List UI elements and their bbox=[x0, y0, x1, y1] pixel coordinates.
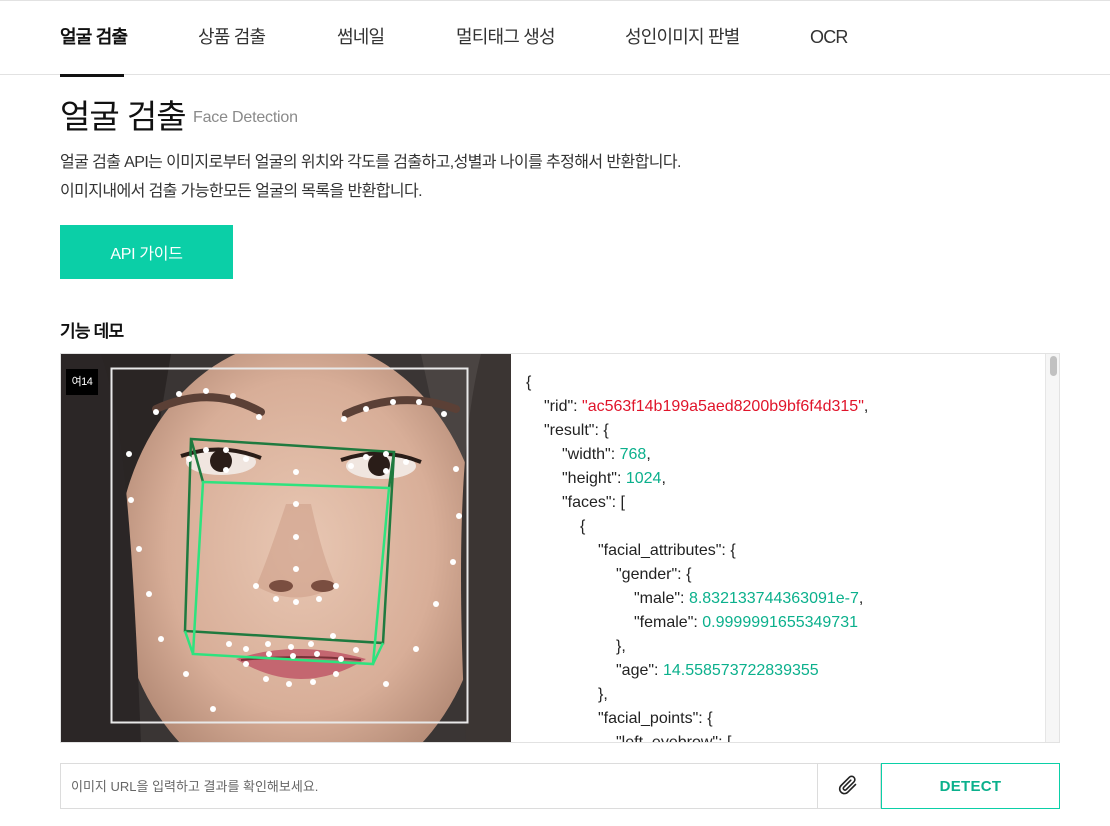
json-result-panel: { "rid": "ac563f14b199a5aed8200b9bf6f4d3… bbox=[511, 354, 1045, 743]
api-guide-button[interactable]: API 가이드 bbox=[60, 225, 233, 279]
json-line: "female": 0.9999991655349731 bbox=[634, 614, 858, 631]
json-scrollbar[interactable] bbox=[1045, 354, 1059, 742]
description-line-2: 이미지내에서 검출 가능한모든 얼굴의 목록을 반환합니다. bbox=[60, 183, 423, 200]
tab-ocr[interactable]: OCR bbox=[810, 1, 848, 75]
active-tab-indicator bbox=[60, 74, 124, 77]
tab-product-detection[interactable]: 상품 검출 bbox=[198, 1, 266, 75]
json-line: "male": 8.832133744363091e-7, bbox=[634, 590, 864, 607]
json-line: { bbox=[526, 374, 532, 391]
page-title: 얼굴 검출 bbox=[60, 98, 187, 135]
image-url-input[interactable] bbox=[60, 763, 817, 809]
json-line: "facial_attributes": { bbox=[598, 542, 736, 559]
json-line: "rid": "ac563f14b199a5aed8200b9bf6f4d315… bbox=[544, 398, 869, 415]
json-line: "height": 1024, bbox=[562, 470, 666, 487]
json-line: "left_eyebrow": [ bbox=[616, 734, 732, 743]
json-line: "faces": [ bbox=[562, 494, 625, 511]
json-line: "width": 768, bbox=[562, 446, 651, 463]
json-line: "facial_points": { bbox=[598, 710, 713, 727]
demo-section-label: 기능 데모 bbox=[60, 322, 124, 341]
tab-multitag[interactable]: 멀티태그 생성 bbox=[456, 1, 556, 75]
demo-area: 여14 { "rid": "ac563f14b199a5aed8200b9bf6… bbox=[60, 353, 1060, 743]
tab-adult-image[interactable]: 성인이미지 판별 bbox=[625, 1, 740, 75]
json-line: }, bbox=[616, 638, 626, 655]
page-subtitle: Face Detection bbox=[193, 109, 298, 126]
scrollbar-thumb[interactable] bbox=[1050, 356, 1057, 376]
detect-button[interactable]: DETECT bbox=[881, 763, 1060, 809]
json-line: "result": { bbox=[544, 422, 609, 439]
tab-face-detection[interactable]: 얼굴 검출 bbox=[60, 1, 128, 75]
tab-thumbnail[interactable]: 썸네일 bbox=[337, 1, 385, 75]
face-photo: 여14 bbox=[61, 354, 511, 742]
json-line: }, bbox=[598, 686, 608, 703]
age-gender-badge: 여14 bbox=[66, 369, 98, 395]
json-line: "age": 14.558573722839355 bbox=[616, 662, 819, 679]
face-photo-illustration bbox=[61, 354, 511, 742]
description-line-1: 얼굴 검출 API는 이미지로부터 얼굴의 위치와 각도를 검출하고,성별과 나… bbox=[60, 154, 681, 171]
top-navigation: 얼굴 검출 상품 검출 썸네일 멀티태그 생성 성인이미지 판별 OCR bbox=[0, 0, 1110, 77]
attach-file-button[interactable] bbox=[817, 763, 881, 809]
paperclip-icon bbox=[838, 775, 857, 795]
json-line: "gender": { bbox=[616, 566, 692, 583]
json-line: { bbox=[580, 518, 586, 535]
